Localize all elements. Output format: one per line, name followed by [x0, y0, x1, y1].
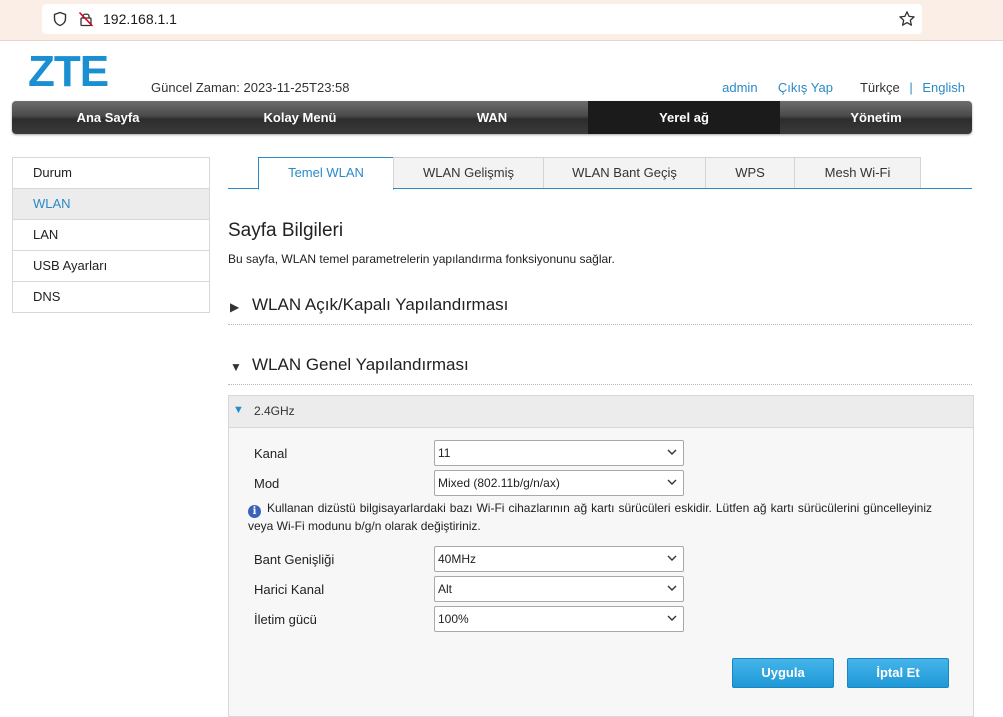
language-separator: |: [909, 80, 913, 95]
iletim-gucu-select[interactable]: 100%: [434, 606, 684, 632]
iletim-gucu-label: İletim gücü: [254, 612, 317, 627]
tab-bar: Temel WLAN WLAN Gelişmiş WLAN Bant Geçiş…: [228, 157, 972, 190]
sidebar-item-usb-ayarlari[interactable]: USB Ayarları: [13, 251, 209, 282]
logout-link[interactable]: Çıkış Yap: [778, 80, 833, 95]
apply-button[interactable]: Uygula: [732, 658, 834, 688]
chevron-down-icon: [667, 449, 677, 455]
bant-genisligi-select[interactable]: 40MHz: [434, 546, 684, 572]
language-current: Türkçe: [859, 80, 900, 95]
nav-item-yonetim[interactable]: Yönetim: [780, 101, 972, 134]
page-title: Sayfa Bilgileri: [228, 220, 344, 241]
expanded-triangle-icon: ▼: [230, 360, 242, 374]
mod-value: Mixed (802.11b/g/n/ax): [438, 476, 560, 490]
browser-toolbar: 192.168.1.1: [0, 0, 1003, 41]
nav-item-ana-sayfa[interactable]: Ana Sayfa: [12, 101, 204, 134]
address-bar[interactable]: 192.168.1.1: [42, 4, 922, 34]
section-wlan-onoff[interactable]: ▶ WLAN Açık/Kapalı Yapılandırması: [228, 290, 972, 325]
chevron-down-icon: [667, 479, 677, 485]
mod-label: Mod: [254, 476, 280, 491]
tab-mesh-wifi[interactable]: Mesh Wi-Fi: [794, 157, 921, 188]
tab-wps[interactable]: WPS: [705, 157, 795, 188]
mod-select[interactable]: Mixed (802.11b/g/n/ax): [434, 470, 684, 496]
language-english-link[interactable]: English: [922, 80, 965, 95]
collapsed-triangle-icon: ▶: [230, 300, 240, 314]
driver-warning-note: i Kullanan dizüstü bilgisayarlardaki bazı…: [248, 500, 932, 535]
sidebar: Durum WLAN LAN USB Ayarları DNS: [12, 157, 210, 313]
sidebar-item-wlan[interactable]: WLAN: [13, 189, 209, 220]
bant-genisligi-value: 40MHz: [438, 552, 477, 566]
harici-kanal-value: Alt: [438, 582, 453, 596]
section-wlan-general[interactable]: ▼ WLAN Genel Yapılandırması: [228, 350, 972, 385]
info-icon: i: [248, 505, 261, 518]
current-time: Güncel Zaman: 2023-11-25T23:58: [151, 80, 350, 95]
bant-genisligi-label: Bant Genişliği: [254, 552, 335, 567]
shield-icon[interactable]: [52, 11, 68, 27]
kanal-value: 11: [438, 446, 451, 460]
sidebar-item-lan[interactable]: LAN: [13, 220, 209, 251]
expanded-triangle-icon: ▼: [233, 404, 244, 416]
insecure-lock-icon[interactable]: [78, 11, 94, 27]
harici-kanal-label: Harici Kanal: [254, 582, 325, 597]
svg-text:ZTE: ZTE: [28, 50, 108, 92]
kanal-select[interactable]: 11: [434, 440, 684, 466]
nav-item-wan[interactable]: WAN: [396, 101, 588, 134]
harici-kanal-select[interactable]: Alt: [434, 576, 684, 602]
band-panel-header[interactable]: ▼ 2.4GHz: [229, 396, 973, 428]
chevron-down-icon: [667, 555, 677, 561]
nav-item-yerel-ag[interactable]: Yerel ağ: [588, 101, 780, 134]
sidebar-item-dns[interactable]: DNS: [13, 282, 209, 312]
zte-logo: ZTE: [28, 50, 109, 92]
chevron-down-icon: [667, 615, 677, 621]
sidebar-item-durum[interactable]: Durum: [13, 158, 209, 189]
iletim-gucu-value: 100%: [438, 612, 469, 626]
kanal-label: Kanal: [254, 446, 288, 461]
section-title: WLAN Genel Yapılandırması: [252, 355, 469, 374]
driver-warning-text: Kullanan dizüstü bilgisayarlardaki bazı …: [248, 501, 932, 533]
star-icon[interactable]: [898, 10, 916, 28]
nav-item-kolay-menu[interactable]: Kolay Menü: [204, 101, 396, 134]
tab-temel-wlan[interactable]: Temel WLAN: [258, 157, 394, 190]
cancel-button[interactable]: İptal Et: [847, 658, 949, 688]
chevron-down-icon: [667, 585, 677, 591]
band-panel-2-4ghz: ▼ 2.4GHz Kanal 11 Mod Mixed (802.11b/g/n…: [228, 395, 974, 717]
section-title: WLAN Açık/Kapalı Yapılandırması: [252, 295, 509, 314]
top-links: admin Çıkış Yap Türkçe | English: [722, 80, 965, 95]
user-link[interactable]: admin: [722, 80, 757, 95]
tab-wlan-bant-gecis[interactable]: WLAN Bant Geçiş: [543, 157, 706, 188]
page-description: Bu sayfa, WLAN temel parametrelerin yapı…: [228, 252, 615, 266]
main-nav: Ana Sayfa Kolay Menü WAN Yerel ağ Yöneti…: [12, 101, 972, 134]
band-panel-title: 2.4GHz: [254, 404, 295, 418]
tab-wlan-gelismis[interactable]: WLAN Gelişmiş: [393, 157, 544, 188]
url-text[interactable]: 192.168.1.1: [103, 11, 177, 27]
